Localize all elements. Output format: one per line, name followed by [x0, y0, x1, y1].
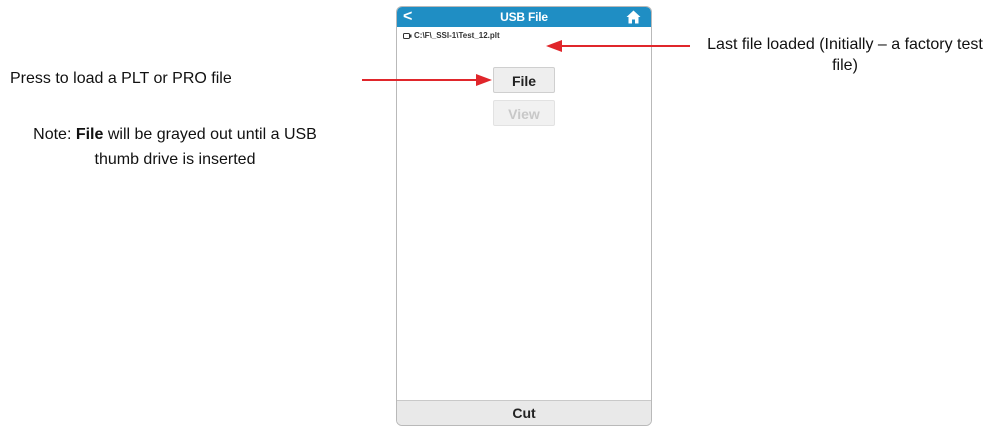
note-bold-file: File [75, 126, 104, 143]
file-button[interactable]: File [493, 67, 555, 93]
note-rest: will be grayed out until a USB thumb dri… [94, 126, 317, 168]
last-file-annotation: Last file loaded (Initially – a factory … [707, 36, 983, 74]
screen-title: USB File [500, 10, 548, 24]
title-bar: < USB File [397, 7, 651, 27]
note-annotation: Note: File will be grayed out until a US… [10, 122, 340, 172]
last-file-path-text: C:\F\_SSI-1\Test_12.plt [414, 31, 500, 40]
home-icon[interactable] [626, 10, 641, 24]
device-screen: < USB File C:\F\_SSI-1\Test_12.plt File … [396, 6, 652, 426]
press-annotation: Press to load a PLT or PRO file [10, 70, 232, 87]
cut-button[interactable]: Cut [397, 400, 651, 425]
view-button[interactable]: View [493, 100, 555, 126]
usb-drive-icon [403, 32, 412, 39]
note-prefix: Note: [33, 126, 76, 143]
last-file-path: C:\F\_SSI-1\Test_12.plt [403, 29, 500, 43]
